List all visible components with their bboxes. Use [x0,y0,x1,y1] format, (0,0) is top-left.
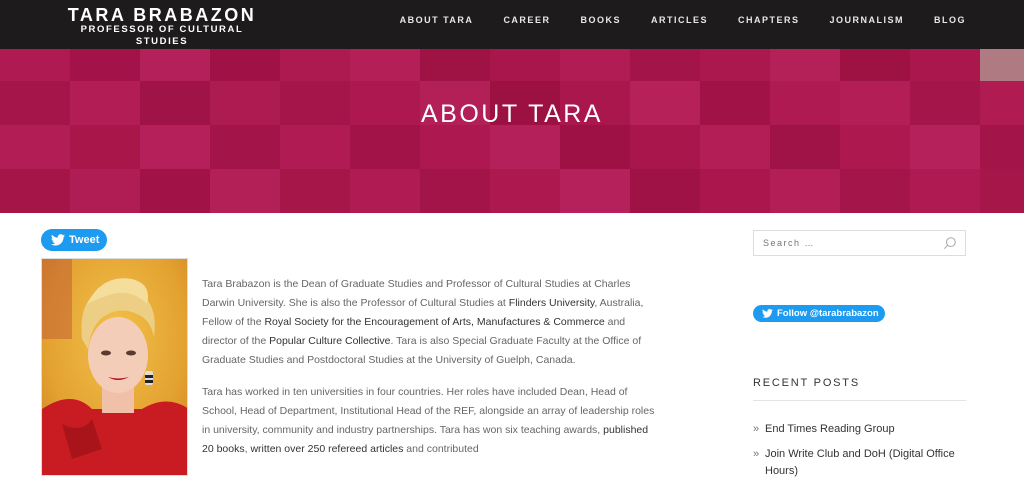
nav-item-career[interactable]: CAREER [503,15,550,25]
twitter-bird-icon [51,234,65,246]
chevron-right-icon: » [753,448,760,460]
search-box [753,230,966,256]
page-hero-banner: ABOUT TARA [0,49,1024,213]
about-bio: Tara Brabazon is the Dean of Graduate St… [202,275,657,472]
divider [753,400,966,401]
twitter-bird-icon [762,309,773,318]
flinders-university-link[interactable]: Flinders University [509,297,595,309]
site-header: TARA BRABAZON PROFESSOR OF CULTURAL STUD… [0,0,1024,49]
nav-item-books[interactable]: BOOKS [580,15,621,25]
tweet-label: Tweet [69,234,100,246]
recent-posts-heading: RECENT POSTS [753,377,860,389]
author-portrait [41,258,188,476]
tweet-button[interactable]: Tweet [41,229,107,251]
nav-item-journalism[interactable]: JOURNALISM [829,15,904,25]
hero-pixel-pattern [0,49,1024,213]
bio-text: Tara has worked in ten universities in f… [202,386,655,436]
main-nav: ABOUT TARA CAREER BOOKS ARTICLES CHAPTER… [370,15,966,25]
nav-item-blog[interactable]: BLOG [934,15,966,25]
list-item: » End Times Reading Group [753,421,966,438]
bio-paragraph: Tara has worked in ten universities in f… [202,383,657,459]
nav-item-about-tara[interactable]: ABOUT TARA [400,15,474,25]
page-title: ABOUT TARA [421,100,603,128]
bio-text: and contributed [403,443,479,455]
nav-item-articles[interactable]: ARTICLES [651,15,708,25]
recent-posts-list: » End Times Reading Group » Join Write Clu… [753,421,966,485]
popular-culture-collective-link[interactable]: Popular Culture Collective [269,335,390,347]
chevron-right-icon: » [753,423,760,435]
site-title[interactable]: TARA BRABAZON [57,5,267,25]
royal-society-link[interactable]: Royal Society for the Encouragement of A… [264,316,604,328]
search-input[interactable] [754,231,934,255]
nav-item-chapters[interactable]: CHAPTERS [738,15,800,25]
articles-link[interactable]: written over 250 refereed articles [250,443,403,455]
search-icon[interactable] [943,236,957,250]
site-tagline: PROFESSOR OF CULTURAL STUDIES [80,24,244,47]
list-item: » Join Write Club and DoH (Digital Office… [753,446,966,480]
bio-paragraph: Tara Brabazon is the Dean of Graduate St… [202,275,657,370]
twitter-follow-button[interactable]: Follow @tarabrabazon [753,305,885,322]
recent-post-link[interactable]: End Times Reading Group [765,423,895,435]
follow-label: Follow @tarabrabazon [777,308,879,319]
recent-post-link[interactable]: Join Write Club and DoH (Digital Office … [765,448,955,477]
